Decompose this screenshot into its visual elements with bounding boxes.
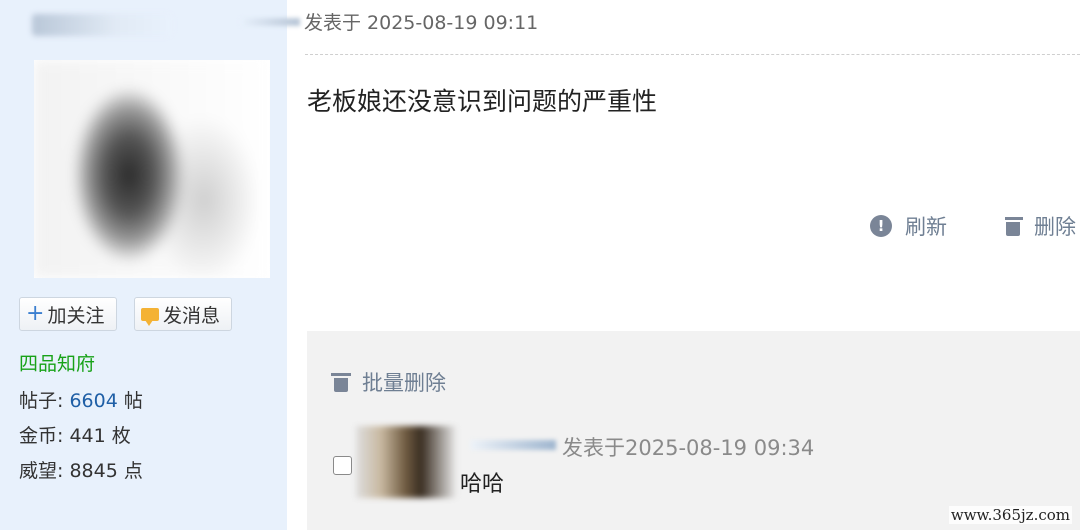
stat-posts-value[interactable]: 6604 (69, 390, 117, 412)
message-icon (141, 307, 159, 326)
refresh-button[interactable]: ! 刷新 (870, 211, 947, 241)
avatar[interactable] (34, 60, 270, 278)
message-label: 发消息 (163, 304, 221, 327)
stat-posts: 帖子: 6604 帖 (19, 386, 143, 413)
stat-posts-unit: 帖 (123, 390, 143, 412)
username-blurred[interactable] (32, 14, 172, 36)
stat-prestige: 威望: 8845 点 (19, 456, 143, 483)
reply-select-checkbox[interactable] (333, 456, 352, 475)
stat-prestige-value: 8845 (69, 460, 118, 482)
watermark: www.365jz.com (948, 506, 1072, 524)
stat-gold-label: 金币: (19, 425, 64, 447)
post-content: 老板娘还没意识到问题的严重性 (307, 87, 658, 116)
refresh-label: 刷新 (905, 215, 947, 239)
reply-avatar[interactable] (356, 426, 456, 498)
user-rank[interactable]: 四品知府 (19, 349, 95, 376)
stat-gold: 金币: 441 枚 (19, 421, 131, 448)
reply-username-blurred[interactable] (470, 440, 556, 450)
username-blur-tail (240, 18, 300, 26)
trash-icon (1005, 216, 1023, 236)
post-timestamp: 发表于 2025-08-19 09:11 (304, 12, 539, 34)
delete-button[interactable]: 删除 (1005, 211, 1080, 241)
info-icon: ! (870, 215, 892, 237)
batch-delete-label: 批量删除 (362, 371, 446, 395)
send-message-button[interactable]: 发消息 (134, 297, 232, 331)
delete-label: 删除 (1034, 215, 1076, 239)
follow-button[interactable]: + 加关注 (19, 297, 117, 331)
stat-prestige-label: 威望: (19, 460, 64, 482)
plus-icon: + (26, 301, 45, 326)
stat-prestige-unit: 点 (123, 460, 143, 482)
trash-icon (331, 372, 351, 392)
reply-timestamp: 发表于2025-08-19 09:34 (562, 436, 815, 460)
batch-delete-button[interactable]: 批量删除 (331, 367, 446, 397)
reply-content: 哈哈 (460, 472, 505, 497)
stat-gold-value: 441 (69, 425, 106, 447)
user-sidebar: + 加关注 发消息 四品知府 帖子: 6604 帖 金币: 441 枚 威望: … (0, 0, 287, 530)
stat-gold-unit: 枚 (111, 425, 131, 447)
stat-posts-label: 帖子: (19, 390, 64, 412)
follow-label: 加关注 (47, 304, 105, 327)
divider (305, 54, 1080, 55)
